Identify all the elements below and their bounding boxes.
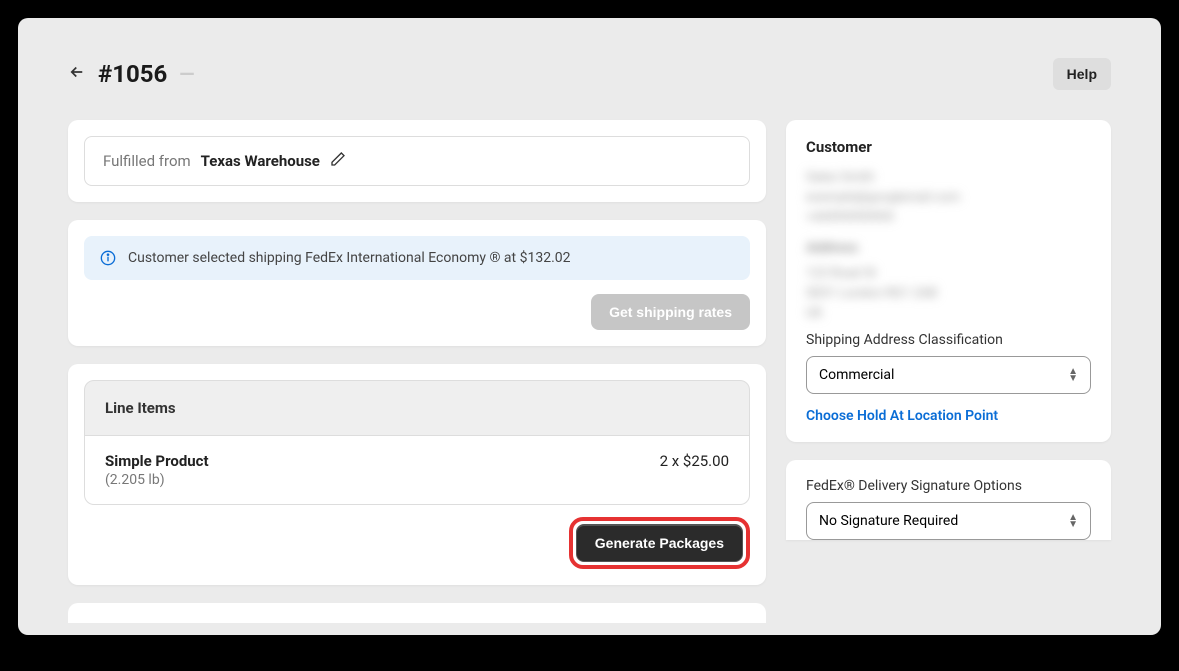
page-title: #1056: [98, 60, 167, 88]
line-item-name: Simple Product: [105, 452, 209, 470]
get-shipping-rates-button[interactable]: Get shipping rates: [591, 294, 750, 330]
info-banner: Customer selected shipping FedEx Interna…: [84, 236, 750, 280]
signature-heading: FedEx® Delivery Signature Options: [806, 478, 1091, 494]
pencil-icon[interactable]: [330, 151, 346, 171]
line-item-price: 2 x $25.00: [660, 452, 729, 470]
customer-card: Customer Sales Smith example@googlemail.…: [786, 120, 1111, 442]
next-card-top: [68, 603, 766, 623]
select-arrows-icon: ▲▼: [1068, 514, 1078, 528]
shipping-classification-select[interactable]: Commercial ▲▼: [806, 356, 1091, 394]
help-button[interactable]: Help: [1053, 58, 1111, 90]
generate-packages-highlight: Generate Packages: [569, 517, 750, 569]
signature-options-card: FedEx® Delivery Signature Options No Sig…: [786, 460, 1111, 540]
line-item-row: Simple Product (2.205 lb) 2 x $25.00: [84, 436, 750, 505]
line-items-card: Line Items Simple Product (2.205 lb) 2 x…: [68, 364, 766, 585]
select-arrows-icon: ▲▼: [1068, 368, 1078, 382]
fulfillment-card: Fulfilled from Texas Warehouse: [68, 120, 766, 202]
shipping-classification-label: Shipping Address Classification: [806, 332, 1091, 348]
customer-details-redacted: Sales Smith example@googlemail.com +4499…: [806, 170, 1091, 320]
line-items-heading: Line Items: [84, 380, 750, 436]
shipping-info-text: Customer selected shipping FedEx Interna…: [128, 250, 571, 266]
signature-value: No Signature Required: [819, 513, 958, 529]
line-item-weight: (2.205 lb): [105, 472, 209, 488]
shipping-classification-value: Commercial: [819, 367, 894, 383]
shipping-info-card: Customer selected shipping FedEx Interna…: [68, 220, 766, 346]
fulfilled-from-value: Texas Warehouse: [201, 152, 320, 170]
fulfilled-from-label: Fulfilled from: [103, 152, 191, 170]
title-dash: —: [179, 62, 194, 86]
fulfillment-box: Fulfilled from Texas Warehouse: [84, 136, 750, 186]
back-icon[interactable]: [68, 62, 86, 86]
customer-heading: Customer: [806, 138, 1091, 156]
generate-packages-button[interactable]: Generate Packages: [576, 524, 743, 562]
hold-at-location-link[interactable]: Choose Hold At Location Point: [806, 408, 998, 424]
info-icon: [100, 250, 116, 266]
signature-select[interactable]: No Signature Required ▲▼: [806, 502, 1091, 540]
